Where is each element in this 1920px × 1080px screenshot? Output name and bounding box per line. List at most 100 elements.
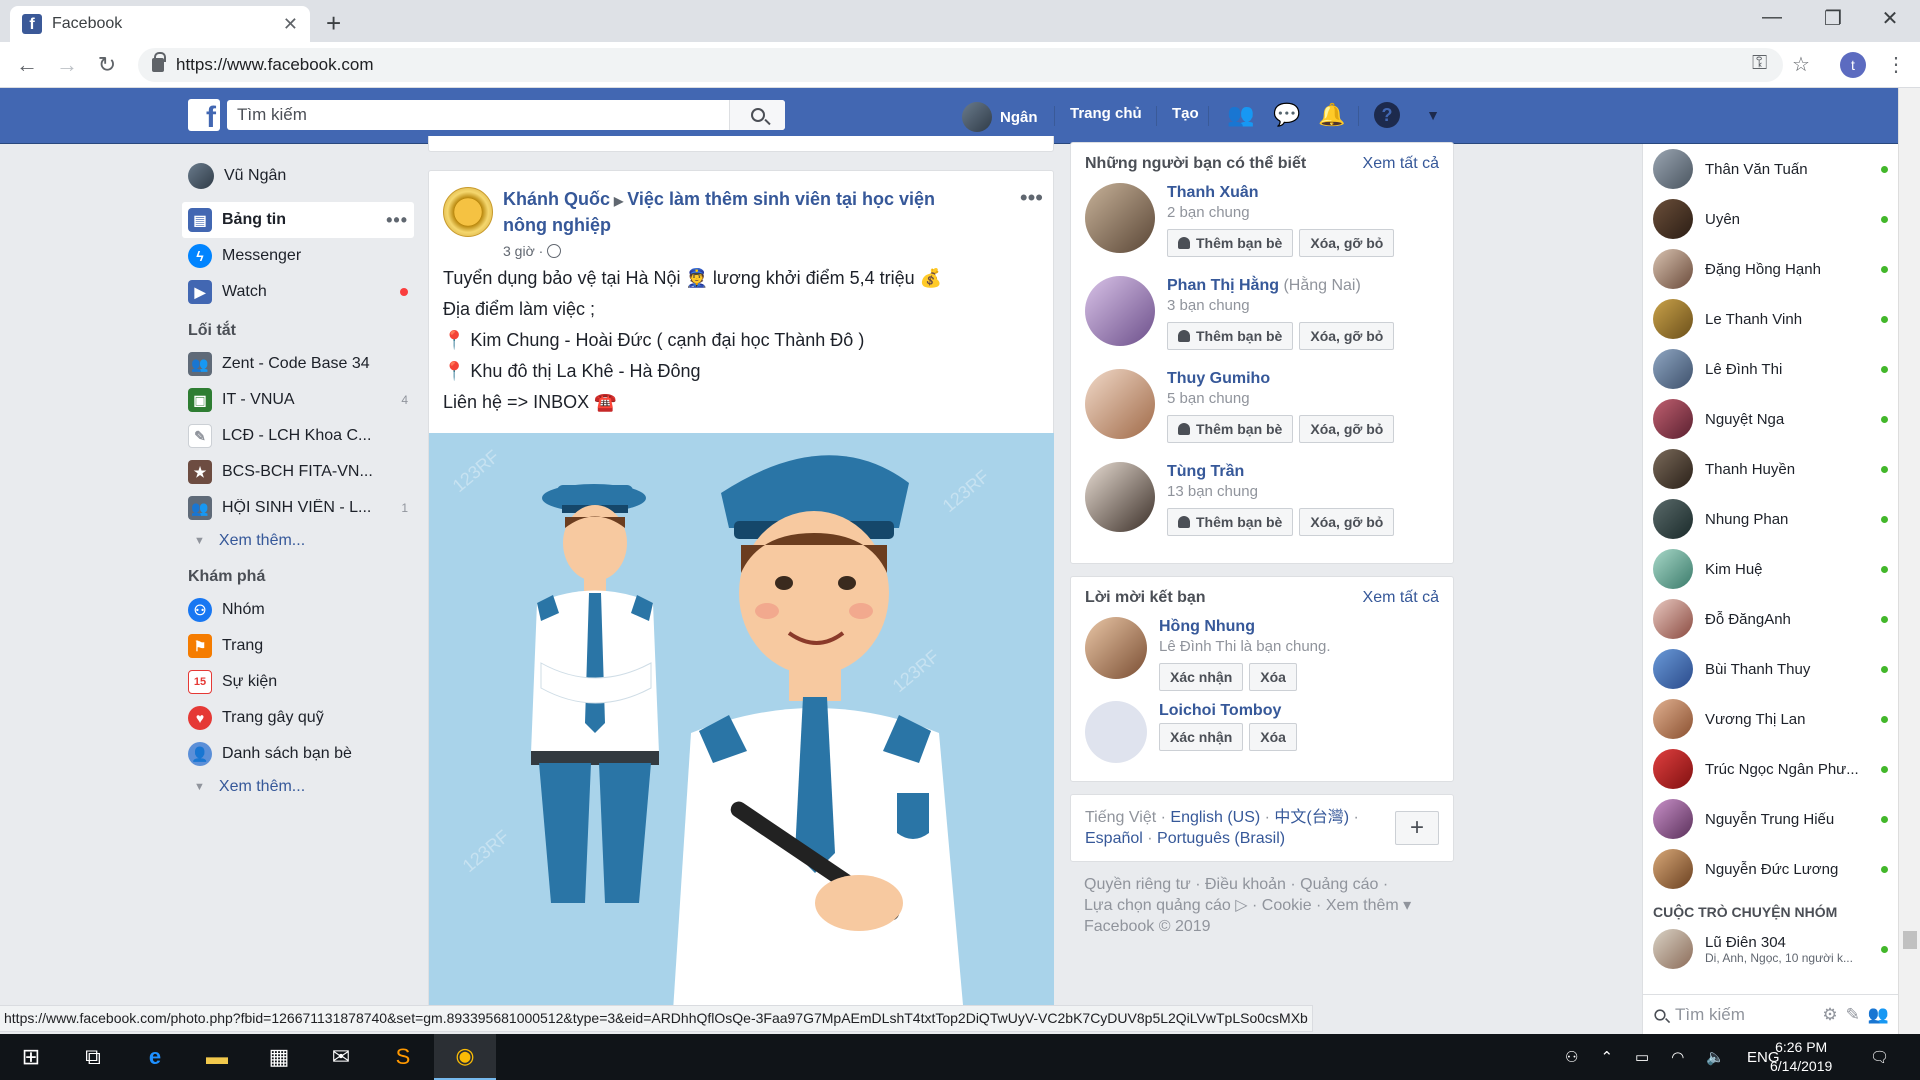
chat-contact-row[interactable]: Vương Thị Lan <box>1643 694 1898 744</box>
wifi-icon[interactable]: ◠ <box>1671 1048 1684 1066</box>
url-text[interactable]: https://www.facebook.com <box>176 55 373 75</box>
chat-contact-row[interactable]: Thân Văn Tuấn <box>1643 144 1898 194</box>
post-photo[interactable]: 123RF 123RF 123RF 123RF 123RF <box>429 433 1054 1006</box>
add-friend-button[interactable]: Thêm bạn bè <box>1167 322 1294 350</box>
delete-button[interactable]: Xóa <box>1249 723 1297 751</box>
add-group-icon[interactable]: 👥 <box>1868 1005 1889 1025</box>
key-icon[interactable]: ⚿ <box>1752 52 1767 75</box>
mail-icon[interactable]: ✉ <box>310 1034 372 1080</box>
language-link[interactable]: Português (Brasil) <box>1157 830 1285 847</box>
people-icon[interactable]: ⚇ <box>1565 1048 1578 1066</box>
chat-contact-row[interactable]: Nguyễn Trung Hiếu <box>1643 794 1898 844</box>
add-friend-button[interactable]: Thêm bạn bè <box>1167 229 1294 257</box>
facebook-logo-icon[interactable]: f <box>188 99 220 131</box>
sidebar-item-messenger[interactable]: ϟ Messenger <box>182 238 414 274</box>
chat-contact-row[interactable]: Trúc Ngọc Ngân Phư... <box>1643 744 1898 794</box>
footer-line[interactable]: Quyền riêng tư · Điều khoản · Quảng cáo … <box>1084 874 1440 895</box>
more-options-icon[interactable]: ••• <box>386 210 408 231</box>
friend-requests-icon[interactable]: 👥 <box>1227 102 1254 128</box>
battery-icon[interactable]: ▭ <box>1635 1048 1649 1066</box>
task-view-icon[interactable]: ⧉ <box>62 1034 124 1080</box>
shortcut-item[interactable]: ★ BCS-BCH FITA-VN... <box>182 454 414 490</box>
forward-icon[interactable]: → <box>52 50 82 80</box>
chat-contact-row[interactable]: Le Thanh Vinh <box>1643 294 1898 344</box>
sidebar-item-pages[interactable]: ⚑ Trang <box>182 628 414 664</box>
confirm-button[interactable]: Xác nhận <box>1159 663 1244 691</box>
more-languages-button[interactable]: + <box>1395 811 1439 845</box>
profile-nav[interactable]: Ngân <box>962 102 1038 132</box>
default-avatar-icon[interactable] <box>1085 701 1147 763</box>
scrollbar-thumb[interactable] <box>1903 931 1917 949</box>
chat-contact-row[interactable]: Uyên <box>1643 194 1898 244</box>
avatar[interactable] <box>1085 369 1155 439</box>
person-name[interactable]: Phan Thị Hằng (Hằng Nai) <box>1167 276 1394 296</box>
sidebar-item-friend-lists[interactable]: 👤 Danh sách bạn bè <box>182 736 414 772</box>
footer-line[interactable]: Lựa chọn quảng cáo ▷ · Cookie · Xem thêm… <box>1084 895 1440 916</box>
chat-contact-row[interactable]: Đặng Hồng Hạnh <box>1643 244 1898 294</box>
author-link[interactable]: Khánh Quốc <box>503 189 610 209</box>
avatar[interactable] <box>1085 276 1155 346</box>
volume-icon[interactable]: 🔈 <box>1706 1048 1725 1066</box>
reload-icon[interactable]: ↻ <box>92 50 122 80</box>
shortcut-item[interactable]: 👥 HỘI SINH VIÊN - L... 1 <box>182 490 414 526</box>
sidebar-item-watch[interactable]: ▶ Watch <box>182 274 414 310</box>
create-link[interactable]: Tạo <box>1172 105 1199 122</box>
see-all-link[interactable]: Xem tất cả <box>1363 589 1439 607</box>
chrome-icon[interactable]: ◉ <box>434 1034 496 1080</box>
sidebar-item-events[interactable]: 15 Sự kiện <box>182 664 414 700</box>
new-tab-icon[interactable]: + <box>326 8 341 39</box>
person-name[interactable]: Tùng Trần <box>1167 462 1394 482</box>
person-name[interactable]: Thanh Xuân <box>1167 183 1394 203</box>
group-chat-row[interactable]: Lũ Điên 304 Di, Anh, Ngọc, 10 người k... <box>1643 926 1898 972</box>
remove-suggestion-button[interactable]: Xóa, gỡ bỏ <box>1299 508 1395 536</box>
chevron-up-icon[interactable]: ⌃ <box>1600 1048 1613 1066</box>
confirm-button[interactable]: Xác nhận <box>1159 723 1244 751</box>
windows-start-icon[interactable]: ⊞ <box>0 1034 62 1080</box>
chat-contact-row[interactable]: Bùi Thanh Thuy <box>1643 644 1898 694</box>
new-message-icon[interactable]: ✎ <box>1846 1005 1860 1025</box>
store-icon[interactable]: ▦ <box>248 1034 310 1080</box>
author-avatar[interactable] <box>443 187 493 237</box>
edge-browser-icon[interactable]: e <box>124 1034 186 1080</box>
person-name[interactable]: Loichoi Tomboy <box>1159 701 1297 721</box>
remove-suggestion-button[interactable]: Xóa, gỡ bỏ <box>1299 322 1395 350</box>
language-link[interactable]: English (US) <box>1170 809 1260 826</box>
chat-contact-row[interactable]: Nguyễn Đức Lương <box>1643 844 1898 894</box>
search-button[interactable] <box>729 100 785 130</box>
sublime-text-icon[interactable]: S <box>372 1034 434 1080</box>
sidebar-item-groups[interactable]: ⚇ Nhóm <box>182 592 414 628</box>
chat-contact-row[interactable]: Nhung Phan <box>1643 494 1898 544</box>
person-name[interactable]: Hồng Nhung <box>1159 617 1331 637</box>
remove-suggestion-button[interactable]: Xóa, gỡ bỏ <box>1299 229 1395 257</box>
omnibox[interactable]: https://www.facebook.com <box>138 48 1783 82</box>
page-scrollbar[interactable] <box>1898 88 1920 1034</box>
add-friend-button[interactable]: Thêm bạn bè <box>1167 415 1294 443</box>
search-input[interactable] <box>227 100 729 130</box>
menu-kebab-icon[interactable]: ⋮ <box>1886 52 1906 77</box>
language-link[interactable]: 中文(台灣) <box>1274 809 1349 826</box>
notifications-bell-icon[interactable]: 🔔 <box>1318 102 1345 128</box>
add-friend-button[interactable]: Thêm bạn bè <box>1167 508 1294 536</box>
shortcut-item[interactable]: ✎ LCĐ - LCH Khoa C... <box>182 418 414 454</box>
post-time[interactable]: 3 giờ · <box>503 239 543 263</box>
sidebar-item-news-feed[interactable]: ▤ Bảng tin ••• <box>182 202 414 238</box>
see-more-explore[interactable]: ▼ Xem thêm... <box>182 772 414 802</box>
see-more-shortcuts[interactable]: ▼ Xem thêm... <box>182 526 414 556</box>
minimize-icon[interactable]: — <box>1752 6 1792 29</box>
restore-icon[interactable]: ❐ <box>1813 6 1853 31</box>
post-options-icon[interactable]: ••• <box>1020 185 1043 211</box>
chat-contact-row[interactable]: Nguyệt Nga <box>1643 394 1898 444</box>
sidebar-item-fundraisers[interactable]: ♥ Trang gây quỹ <box>182 700 414 736</box>
shortcut-item[interactable]: ▣ IT - VNUA 4 <box>182 382 414 418</box>
star-icon[interactable]: ☆ <box>1792 52 1810 77</box>
back-icon[interactable]: ← <box>12 50 42 80</box>
remove-suggestion-button[interactable]: Xóa, gỡ bỏ <box>1299 415 1395 443</box>
person-name[interactable]: Thuy Gumiho <box>1167 369 1394 389</box>
clock[interactable]: 6:26 PM 6/14/2019 <box>1770 1038 1832 1076</box>
shortcut-item[interactable]: 👥 Zent - Code Base 34 <box>182 346 414 382</box>
settings-gear-icon[interactable]: ⚙ <box>1822 1005 1837 1025</box>
chat-contact-row[interactable]: Thanh Huyền <box>1643 444 1898 494</box>
close-tab-icon[interactable]: ✕ <box>283 14 298 35</box>
avatar[interactable] <box>1085 462 1155 532</box>
see-all-link[interactable]: Xem tất cả <box>1363 155 1439 173</box>
